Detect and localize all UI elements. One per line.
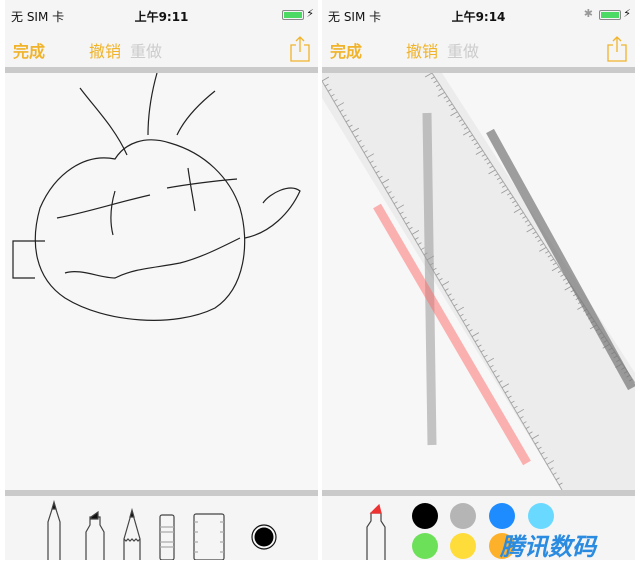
divider <box>322 490 635 496</box>
drawing-canvas[interactable] <box>322 73 635 490</box>
marker-tool[interactable] <box>85 510 105 560</box>
charging-icon: ⚡ <box>623 7 631 20</box>
marker-tool[interactable] <box>357 497 417 560</box>
ruler-tool[interactable] <box>193 513 225 560</box>
color-swatch-light-blue[interactable] <box>528 503 554 529</box>
status-bar: 无 SIM 卡 上午9:11 ⚡ <box>5 0 318 30</box>
color-swatch-green[interactable] <box>412 533 438 559</box>
bluetooth-icon: ✱ <box>583 7 593 20</box>
color-swatch-blue[interactable] <box>489 503 515 529</box>
status-bar: 无 SIM 卡 上午9:14 ✱ ⚡ <box>322 0 635 30</box>
color-swatch-gray[interactable] <box>450 503 476 529</box>
done-button[interactable]: 完成 <box>13 38 45 62</box>
charging-icon: ⚡ <box>306 7 314 20</box>
pen-tool[interactable] <box>47 499 61 560</box>
clock: 上午9:11 <box>134 10 189 24</box>
color-swatch-yellow[interactable] <box>450 533 476 559</box>
done-button[interactable]: 完成 <box>330 38 362 62</box>
undo-button[interactable]: 撤销 <box>89 38 121 62</box>
redo-button[interactable]: 重做 <box>447 38 479 62</box>
redo-button[interactable]: 重做 <box>130 38 162 62</box>
toolbar: 完成 撤销 重做 <box>5 30 318 67</box>
share-icon[interactable] <box>607 36 627 62</box>
watermark-logo: 腾讯数码 <box>500 533 596 561</box>
color-picker-button[interactable] <box>251 524 277 550</box>
divider <box>5 490 318 496</box>
gray-stroke <box>422 112 437 446</box>
undo-button[interactable]: 撤销 <box>406 38 438 62</box>
battery-icon <box>599 10 621 20</box>
battery-icon <box>282 10 304 20</box>
drawing-screen-right: 无 SIM 卡 上午9:14 ✱ ⚡ 完成 撤销 重做 <box>322 0 635 560</box>
ruler-overlay[interactable] <box>322 73 635 490</box>
tool-tray <box>5 497 318 560</box>
drawing-canvas[interactable] <box>5 73 318 490</box>
color-swatch-black[interactable] <box>412 503 438 529</box>
toolbar: 完成 撤销 重做 <box>322 30 635 67</box>
drawing-screen-left: 无 SIM 卡 上午9:11 ⚡ 完成 撤销 重做 <box>5 0 318 560</box>
eraser-tool[interactable] <box>159 514 175 560</box>
share-icon[interactable] <box>290 36 310 62</box>
pencil-tool[interactable] <box>123 507 141 560</box>
